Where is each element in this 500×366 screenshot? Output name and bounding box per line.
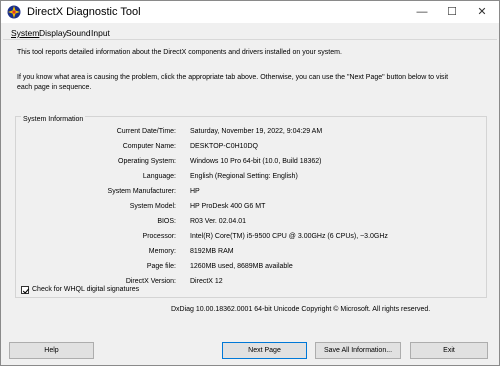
tab-strip: System Display Sound Input	[1, 27, 499, 39]
intro-text: This tool reports detailed information a…	[17, 49, 342, 56]
system-manufacturer-label: System Manufacturer:	[107, 188, 176, 195]
info-row: Operating System: Windows 10 Pro 64-bit …	[16, 157, 496, 167]
save-all-information-button[interactable]: Save All Information...	[315, 342, 401, 359]
memory-value: 8192MB RAM	[190, 248, 234, 255]
dxdiag-version-footer: DxDiag 10.00.18362.0001 64-bit Unicode C…	[171, 306, 431, 313]
operating-system-value: Windows 10 Pro 64-bit (10.0, Build 18362…	[190, 158, 322, 165]
exit-button[interactable]: Exit	[410, 342, 488, 359]
info-row: Language: English (Regional Setting: Eng…	[16, 172, 496, 182]
info-row: BIOS: R03 Ver. 02.04.01	[16, 217, 496, 227]
bios-value: R03 Ver. 02.04.01	[190, 218, 247, 225]
help-button[interactable]: Help	[9, 342, 94, 359]
info-row: Page file: 1260MB used, 8689MB available	[16, 262, 496, 272]
processor-label: Processor:	[142, 233, 176, 240]
system-manufacturer-value: HP	[190, 188, 200, 195]
whql-checkbox[interactable]	[21, 286, 30, 294]
maximize-button[interactable]: ☐	[437, 1, 467, 23]
system-model-value: HP ProDesk 400 G6 MT	[190, 203, 266, 210]
close-button[interactable]: ✕	[467, 1, 497, 23]
computer-name-label: Computer Name:	[122, 143, 176, 150]
info-row: Computer Name: DESKTOP-C0H10DQ	[16, 142, 496, 152]
tab-system[interactable]: System	[11, 27, 39, 39]
info-row: System Model: HP ProDesk 400 G6 MT	[16, 202, 496, 212]
next-page-button[interactable]: Next Page	[222, 342, 307, 359]
info-row: Memory: 8192MB RAM	[16, 247, 496, 257]
system-information-group-title: System Information	[21, 115, 86, 125]
processor-value: Intel(R) Core(TM) i5-9500 CPU @ 3.00GHz …	[190, 233, 388, 240]
intro-instructions: If you know what area is causing the pro…	[17, 74, 449, 91]
current-datetime-value: Saturday, November 19, 2022, 9:04:29 AM	[190, 128, 323, 135]
directx-version-value: DirectX 12	[190, 278, 223, 285]
tab-sound[interactable]: Sound	[66, 27, 91, 39]
tab-display[interactable]: Display	[39, 27, 67, 39]
language-label: Language:	[142, 173, 176, 180]
dxdiag-window: DirectX Diagnostic Tool — ☐ ✕ System Dis…	[0, 0, 500, 366]
language-value: English (Regional Setting: English)	[190, 173, 298, 180]
bios-label: BIOS:	[157, 218, 176, 225]
operating-system-label: Operating System:	[118, 158, 176, 165]
system-tab-panel: This tool reports detailed information a…	[3, 39, 497, 322]
page-file-value: 1260MB used, 8689MB available	[190, 263, 293, 270]
directx-app-icon	[7, 5, 21, 19]
current-datetime-label: Current Date/Time:	[116, 128, 176, 135]
info-row: System Manufacturer: HP	[16, 187, 496, 197]
checkmark-icon	[22, 288, 30, 294]
system-model-label: System Model:	[129, 203, 176, 210]
system-information-group: Current Date/Time: Saturday, November 19…	[15, 116, 487, 298]
whql-checkbox-label[interactable]: Check for WHQL digital signatures	[32, 284, 139, 296]
memory-label: Memory:	[148, 248, 176, 255]
window-title: DirectX Diagnostic Tool	[27, 6, 141, 18]
minimize-button[interactable]: —	[407, 1, 437, 23]
info-row: Current Date/Time: Saturday, November 19…	[16, 127, 496, 137]
page-file-label: Page file:	[146, 263, 176, 270]
tab-input[interactable]: Input	[91, 27, 110, 39]
computer-name-value: DESKTOP-C0H10DQ	[190, 143, 258, 150]
title-bar: DirectX Diagnostic Tool — ☐ ✕	[1, 1, 499, 23]
info-row: Processor: Intel(R) Core(TM) i5-9500 CPU…	[16, 232, 496, 242]
